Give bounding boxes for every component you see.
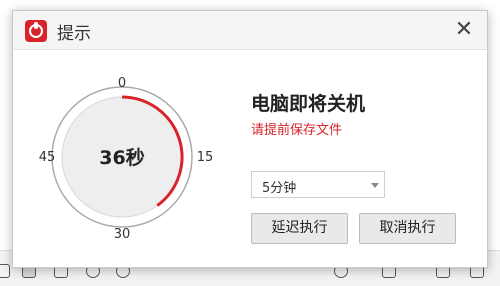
dial-label-0: 0 [118, 76, 126, 91]
warning-text: 请提前保存文件 [251, 123, 343, 138]
taskbar-icon[interactable] [0, 264, 10, 278]
dialog-heading: 电脑即将关机 [251, 93, 366, 115]
dial-label-45: 45 [39, 150, 56, 165]
close-icon: ✕ [454, 17, 474, 42]
close-button[interactable]: ✕ [451, 17, 477, 43]
countdown-text: 36秒 [99, 146, 144, 169]
shutdown-dialog: 提示 ✕ 0 15 30 45 36秒 电脑即将关机 请提前保存文件 5分钟 延… [12, 10, 488, 268]
dial-label-30: 30 [114, 227, 131, 242]
delay-select-value: 5分钟 [262, 181, 297, 196]
delay-button[interactable]: 延迟执行 [251, 213, 348, 244]
delay-select[interactable]: 5分钟 [251, 171, 385, 198]
dial-label-15: 15 [197, 150, 214, 165]
chevron-down-icon [371, 183, 379, 188]
title-bar: 提示 ✕ [13, 11, 487, 50]
cancel-button[interactable]: 取消执行 [359, 213, 456, 244]
dialog-title: 提示 [57, 24, 91, 44]
clock-power-icon [25, 20, 47, 42]
countdown-dial: 0 15 30 45 36秒 [39, 76, 214, 242]
